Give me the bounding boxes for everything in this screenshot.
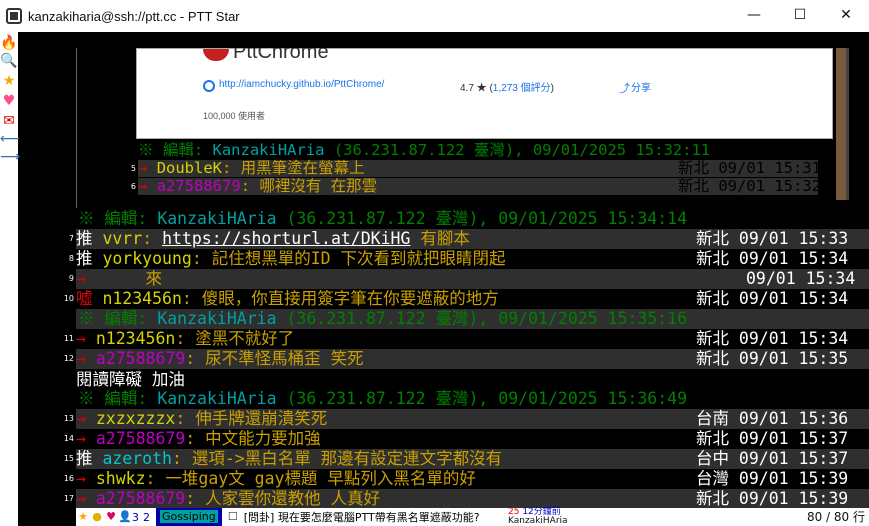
push-row: → a27588679: 中文能力要加強 [76, 429, 321, 448]
push-ip-datetime: 台灣 09/01 15:39 [696, 469, 849, 488]
line-number: 8 [68, 254, 74, 263]
close-button[interactable]: ✕ [823, 0, 869, 32]
push-row: 推 azeroth: 選項->黑白名單 那邊有設定連文字都沒有 [76, 449, 503, 468]
push-ip-datetime: 新北 09/01 15:33 [696, 229, 849, 248]
border-line [76, 48, 77, 208]
preview-share: 分享 [631, 83, 651, 94]
edit-line: ※ 編輯: KanzakiHAria (36.231.87.122 臺灣), 0… [78, 209, 688, 228]
push-row: → n123456n: 塗黑不就好了 [76, 329, 295, 348]
maximize-button[interactable]: ☐ [777, 0, 823, 32]
heart-icon: ♥ [106, 510, 116, 523]
minimize-button[interactable]: — [731, 0, 777, 32]
edit-line: ※ 編輯: KanzakiHAria (36.231.87.122 臺灣), 0… [78, 389, 688, 408]
push-ip-datetime: 新北 09/01 15:31 [678, 159, 821, 177]
board-name[interactable]: Gossiping [156, 508, 222, 526]
forward-icon[interactable]: ⟶ [0, 148, 20, 166]
push-row: 推 yorkyoung: 記住想黑單的ID 下次看到就把眼睛閉起 [76, 249, 506, 268]
line-number: 13 [63, 414, 74, 423]
mail-count: 2 [143, 510, 150, 524]
heart-icon[interactable]: ♥ [0, 92, 18, 110]
post-link[interactable]: https://shorturl.at/DKiHG [162, 229, 410, 248]
title-bar: kanzakiharia@ssh://ptt.cc - PTT Star — ☐… [0, 0, 869, 32]
push-row: 推 vvrr: https://shorturl.at/DKiHG 有腳本 [76, 229, 470, 248]
line-number: 10 [63, 294, 74, 303]
push-ip-datetime: 新北 09/01 15:34 [696, 249, 849, 268]
preview-url: http://iamchucky.github.io/PttChrome/ [219, 79, 385, 90]
preview-logo-text: PttChrome [233, 48, 329, 63]
push-ip-datetime: 台中 09/01 15:37 [696, 449, 849, 468]
back-icon[interactable]: ⟵ [0, 130, 20, 148]
push-row: 噓 n123456n: 傻眼，你直接用簽字筆在你要遮蔽的地方 [76, 289, 499, 308]
push-row: → a27588679: 哪裡沒有 在那雲 [138, 177, 378, 195]
new-icon[interactable]: ✉ [0, 112, 18, 130]
document-icon: ☐ [227, 510, 238, 523]
app-icon [6, 8, 22, 24]
status-bar: ★ ● ♥ 👤 3 2 Gossiping ☐ [問卦] 現在要怎麼電腦PTT帶… [76, 508, 869, 526]
push-ip-datetime: 台南 09/01 15:36 [696, 409, 849, 428]
edit-line: ※ 編輯: KanzakiHAria (36.231.87.122 臺灣), 0… [78, 309, 688, 328]
star-icon[interactable]: ★ [0, 72, 18, 90]
push-row: → 來 [76, 269, 163, 288]
coin-icon: ● [92, 510, 102, 523]
quoted-edit-line: ※ 編輯: KanzakiHAria (36.231.87.122 臺灣), 0… [138, 141, 711, 159]
push-row: → zxzxzzzx: 伸手牌還崩潰笑死 [76, 409, 328, 428]
line-number: 14 [63, 434, 74, 443]
push-row: → shwkz: 一堆gay文 gay標題 早點列入黑名單的好 [76, 469, 476, 488]
line-number: 12 [63, 354, 74, 363]
embedded-preview-image: PttChrome http://iamchucky.github.io/Ptt… [136, 48, 833, 139]
line-number: 7 [68, 234, 74, 243]
push-ip-datetime: 新北 09/01 15:39 [696, 489, 849, 508]
line-number: 17 [63, 494, 74, 503]
online-icon: 👤 [118, 510, 132, 523]
line-number: 15 [63, 454, 74, 463]
fire-icon[interactable]: 🔥 [0, 34, 18, 52]
push-row: → a27588679: 尿不準怪馬桶歪 笑死 [76, 349, 364, 368]
push-row: → DoubleK: 用黑筆塗在螢幕上 [138, 159, 365, 177]
push-ip-datetime: 09/01 15:34 [746, 269, 856, 288]
line-number: 11 [63, 334, 74, 343]
push-ip-datetime: 新北 09/01 15:37 [696, 429, 849, 448]
share-icon: ⤴ [619, 83, 630, 95]
left-toolbar: 🔥 🔍 ★ ♥ ✉ ⟵ ⟶ [0, 32, 20, 526]
post-meta: 25 12分鐘前 KanzakiHAria [508, 507, 568, 526]
preview-users: 100,000 使用者 [203, 111, 266, 121]
terminal[interactable]: PttChrome http://iamchucky.github.io/Ptt… [76, 48, 869, 508]
page-indicator: 80 / 80 行 [806, 510, 865, 524]
line-number: 6 [130, 182, 136, 191]
link-icon [203, 80, 215, 92]
push-ip-datetime: 新北 09/01 15:32 [678, 177, 821, 195]
online-count: 3 [132, 510, 139, 524]
star-icon[interactable]: ★ [76, 510, 90, 524]
push-ip-datetime: 新北 09/01 15:35 [696, 349, 849, 368]
window-title: kanzakiharia@ssh://ptt.cc - PTT Star [28, 8, 240, 24]
post-title: [問卦] 現在要怎麼電腦PTT帶有黑名單遮蔽功能? [243, 511, 480, 524]
push-row: → a27588679: 人家雲你還教他 人真好 [76, 489, 381, 508]
push-ip-datetime: 新北 09/01 15:34 [696, 329, 849, 348]
line-number: 5 [130, 164, 136, 173]
line-number: 16 [63, 474, 74, 483]
quote-scroll-strip [836, 48, 846, 200]
push-ip-datetime: 新北 09/01 15:34 [696, 289, 849, 308]
quote-scroll-track [846, 48, 849, 200]
search-icon[interactable]: 🔍 [0, 52, 18, 70]
preview-rating: 4.7 ★ (1,273 個評分) [460, 83, 554, 94]
line-number: 9 [68, 274, 74, 283]
body-text: 閱讀障礙 加油 [76, 370, 185, 389]
pttchrome-logo [203, 49, 229, 61]
